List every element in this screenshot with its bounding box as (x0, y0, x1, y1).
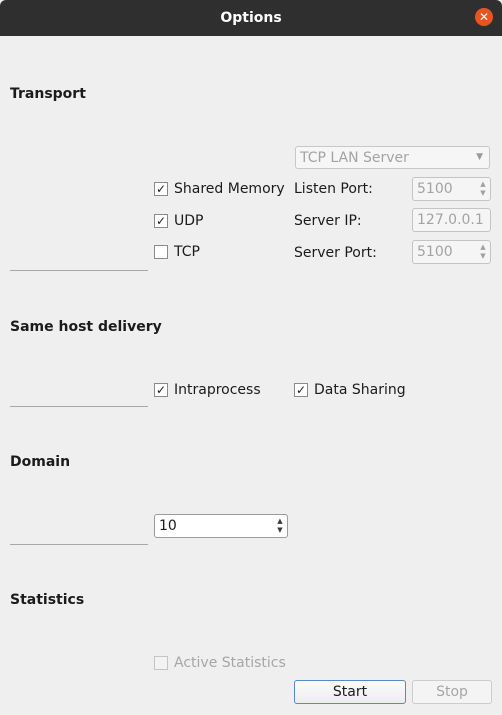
listen-port-label: Listen Port: (294, 181, 373, 197)
server-port-spinbox[interactable]: 5100 ▲ ▼ (412, 240, 491, 264)
checkbox-box: ✓ (154, 182, 168, 196)
server-port-value: 5100 (417, 244, 453, 260)
stop-button[interactable]: Stop (412, 680, 492, 704)
intraprocess-checkbox[interactable]: ✓ Intraprocess (154, 382, 261, 398)
domain-value: 10 (159, 518, 177, 534)
close-icon[interactable]: ✕ (475, 8, 493, 26)
chevron-up-icon: ▲ (480, 180, 486, 188)
domain-section-title: Domain (10, 454, 71, 470)
chevron-down-icon: ▼ (480, 189, 486, 197)
same-host-separator (10, 406, 148, 407)
transport-mode-value: TCP LAN Server (300, 149, 409, 166)
transport-section-title: Transport (10, 86, 86, 102)
window-title: Options (220, 10, 282, 26)
listen-port-value: 5100 (417, 181, 453, 197)
active-statistics-checkbox[interactable]: Active Statistics (154, 655, 286, 671)
server-ip-label: Server IP: (294, 213, 362, 229)
shared-memory-label: Shared Memory (174, 181, 285, 197)
chevron-up-icon: ▲ (480, 243, 486, 251)
spin-arrows[interactable]: ▲ ▼ (274, 516, 286, 536)
spin-arrows[interactable]: ▲ ▼ (477, 242, 489, 262)
server-ip-input[interactable]: 127.0.0.1 (412, 208, 491, 232)
data-sharing-checkbox[interactable]: ✓ Data Sharing (294, 382, 406, 398)
chevron-down-icon: ▼ (476, 152, 483, 162)
spin-arrows[interactable]: ▲ ▼ (477, 179, 489, 199)
server-port-label: Server Port: (294, 245, 377, 261)
transport-mode-select[interactable]: TCP LAN Server ▼ (295, 146, 490, 169)
intraprocess-label: Intraprocess (174, 382, 261, 398)
data-sharing-label: Data Sharing (314, 382, 406, 398)
listen-port-spinbox[interactable]: 5100 ▲ ▼ (412, 177, 491, 201)
server-ip-value: 127.0.0.1 (417, 212, 484, 228)
domain-separator (10, 544, 148, 545)
udp-label: UDP (174, 213, 204, 229)
title-bar: Options ✕ (0, 0, 502, 36)
chevron-down-icon: ▼ (277, 526, 283, 534)
start-button[interactable]: Start (294, 680, 406, 704)
transport-separator (10, 270, 148, 271)
tcp-checkbox[interactable]: TCP (154, 244, 200, 260)
active-statistics-label: Active Statistics (174, 655, 286, 671)
checkbox-box: ✓ (154, 214, 168, 228)
shared-memory-checkbox[interactable]: ✓ Shared Memory (154, 181, 285, 197)
checkbox-box (154, 656, 168, 670)
chevron-down-icon: ▼ (480, 252, 486, 260)
checkbox-box: ✓ (154, 383, 168, 397)
udp-checkbox[interactable]: ✓ UDP (154, 213, 203, 229)
same-host-section-title: Same host delivery (10, 319, 162, 335)
domain-spinbox[interactable]: 10 ▲ ▼ (154, 514, 288, 538)
checkbox-box: ✓ (294, 383, 308, 397)
chevron-up-icon: ▲ (277, 517, 283, 525)
tcp-label: TCP (174, 244, 200, 260)
checkbox-box (154, 245, 168, 259)
statistics-section-title: Statistics (10, 592, 85, 608)
